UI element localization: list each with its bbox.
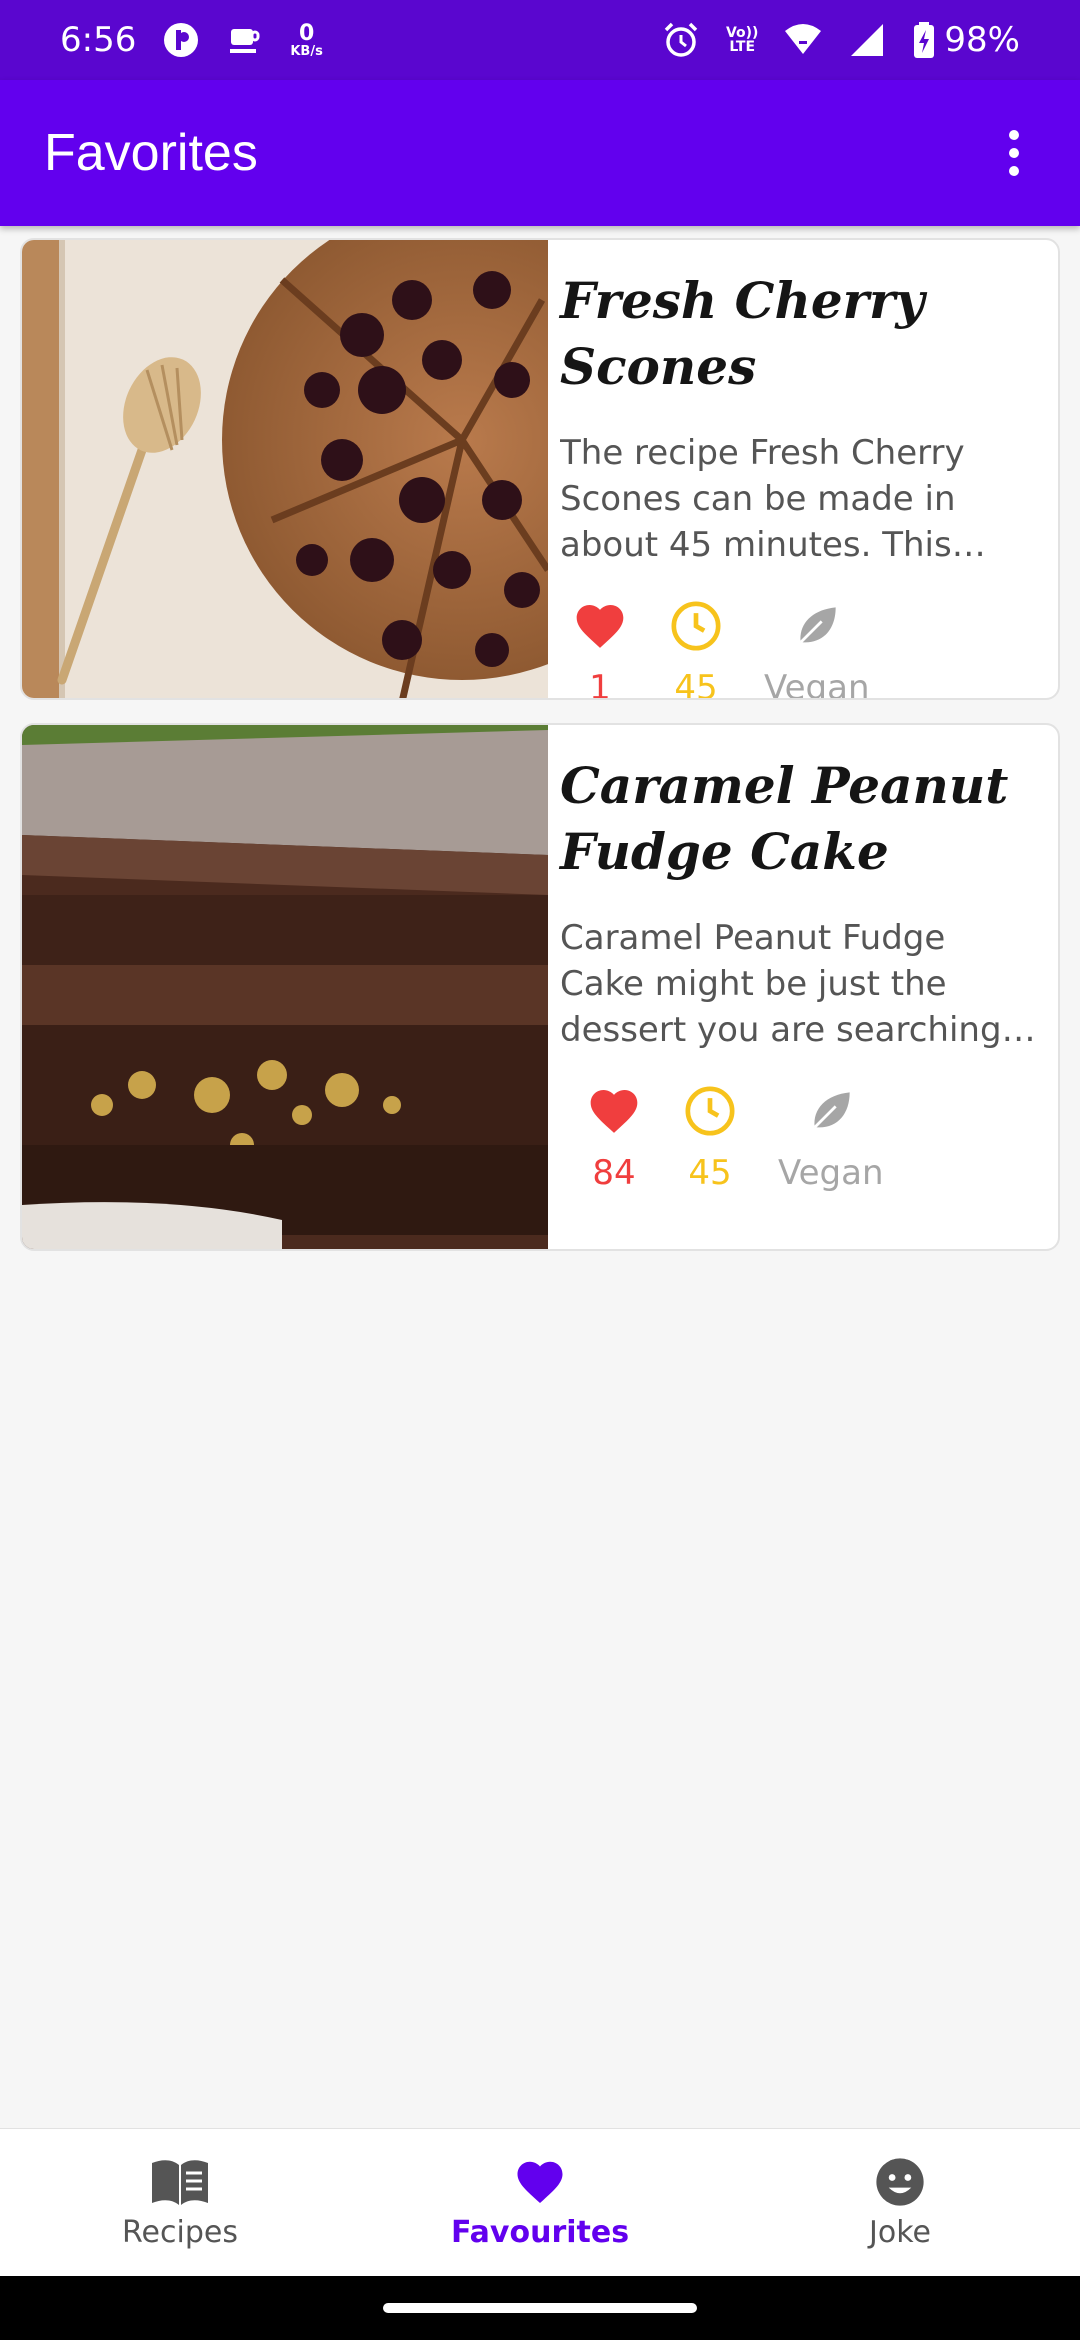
heart-icon (590, 1090, 638, 1133)
nav-label: Favourites (450, 2215, 630, 2250)
recipe-image (22, 725, 548, 1249)
clock-icon (685, 1086, 735, 1136)
likes-stat: 1 (572, 598, 628, 700)
vegan-label: Vegan (764, 668, 870, 700)
home-gesture-handle[interactable] (383, 2303, 697, 2313)
vegan-stat: Vegan (764, 598, 870, 700)
heart-icon (517, 2161, 563, 2204)
recipe-description: Caramel Peanut Fudge Cake might be just … (560, 918, 1002, 1050)
smiley-icon (876, 2158, 924, 2206)
recipe-card[interactable]: Fresh Cherry Scones The recipe Fresh Che… (20, 238, 1060, 700)
wifi-icon (784, 21, 822, 59)
battery-icon (912, 21, 936, 59)
nav-item-joke[interactable]: Joke (720, 2129, 1080, 2276)
system-navigation-bar (0, 2276, 1080, 2340)
app-bar: Favorites (0, 80, 1080, 226)
recipe-stats: 84 45 Vegan (560, 1083, 1040, 1193)
more-vertical-icon[interactable] (992, 123, 1036, 183)
nav-item-favourites[interactable]: Favourites (360, 2129, 720, 2276)
menu-dot (1009, 166, 1019, 176)
net-speed-indicator: 0 KB/s (290, 20, 323, 59)
recipe-info: Fresh Cherry Scones The recipe Fresh Che… (548, 240, 1058, 698)
menu-dot (1009, 148, 1019, 158)
leaf-icon (799, 607, 836, 644)
leaf-icon (813, 1092, 850, 1129)
page-title: Favorites (44, 124, 258, 182)
nav-label: Joke (869, 2215, 931, 2250)
recipe-stats: 1 45 Vegan (560, 598, 1040, 700)
likes-count: 84 (592, 1153, 636, 1193)
time-minutes: 45 (674, 668, 718, 700)
likes-count: 1 (589, 668, 611, 700)
net-speed-unit: KB/s (290, 43, 323, 59)
menu-dot (1009, 130, 1019, 140)
heart-icon (576, 605, 624, 648)
recipe-title: Fresh Cherry Scones (560, 271, 925, 396)
vegan-stat: Vegan (778, 1083, 884, 1193)
recipe-card[interactable]: Caramel Peanut Fudge Cake Caramel Peanut… (20, 723, 1060, 1251)
recipe-description: The recipe Fresh Cherry Scones can be ma… (560, 433, 965, 565)
status-time: 6:56 (60, 20, 137, 60)
volte-lte-indicator: Vo)) LTE (726, 26, 758, 54)
time-stat: 45 (668, 598, 724, 700)
likes-stat: 84 (586, 1083, 642, 1193)
lte-label: LTE (729, 39, 756, 55)
net-speed-value: 0 (298, 20, 315, 46)
time-stat: 45 (682, 1083, 738, 1193)
battery-percent: 98% (944, 20, 1020, 60)
recipe-title: Caramel Peanut Fudge Cake (560, 756, 1009, 881)
status-bar: 6:56 0 KB/s Vo)) LTE 98% (0, 0, 1080, 80)
coffee-cup-icon (226, 21, 264, 59)
recipe-image (22, 240, 548, 698)
alarm-icon (662, 21, 700, 59)
time-minutes: 45 (688, 1153, 732, 1193)
signal-icon (848, 21, 886, 59)
clock-icon (671, 601, 721, 651)
nav-label: Recipes (122, 2215, 238, 2250)
bottom-navigation: Recipes Favourites Joke (0, 2128, 1080, 2276)
book-icon (152, 2160, 208, 2205)
volte-label: Vo)) (725, 25, 759, 41)
app-notification-icon (162, 21, 200, 59)
vegan-label: Vegan (778, 1153, 884, 1193)
nav-item-recipes[interactable]: Recipes (0, 2129, 360, 2276)
recipe-info: Caramel Peanut Fudge Cake Caramel Peanut… (548, 725, 1058, 1249)
